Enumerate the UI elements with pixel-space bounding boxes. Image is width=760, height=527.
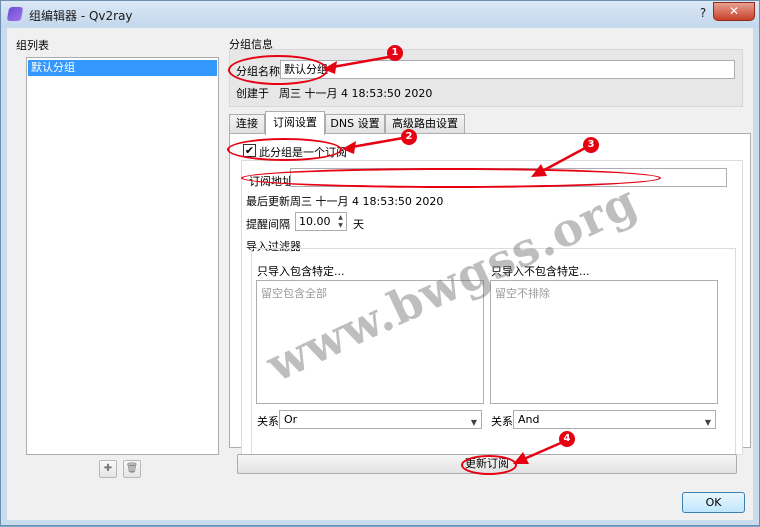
window-title: 组编辑器 - Qv2ray: [29, 9, 133, 23]
chevron-down-icon: ▼: [704, 418, 711, 427]
group-editor-window: 组编辑器 - Qv2ray ? ✕ 组列表 默认分组 ✚ 🗑 分组信息 分组名称…: [0, 0, 760, 526]
include-filter-label: 只导入包含特定...: [257, 265, 345, 278]
include-relation-label: 关系: [257, 415, 279, 428]
callout-badge-4: 4: [559, 431, 575, 447]
update-interval-value: 10.00: [299, 215, 331, 228]
help-button[interactable]: ?: [695, 5, 711, 21]
ok-button[interactable]: OK: [682, 492, 745, 513]
exclude-relation-select[interactable]: And ▼: [513, 410, 716, 429]
spin-down-icon[interactable]: ▼: [335, 222, 346, 230]
last-update-value: 周三 十一月 4 18:53:50 2020: [290, 195, 444, 208]
is-subscription-checkbox[interactable]: ✔: [243, 144, 256, 157]
group-name-input[interactable]: 默认分组: [280, 60, 735, 79]
include-filter-textarea[interactable]: 留空包含全部: [256, 280, 484, 404]
last-update-label: 最后更新: [246, 195, 290, 208]
tab-connections[interactable]: 连接: [229, 114, 265, 133]
exclude-relation-value: And: [518, 413, 540, 426]
qv2ray-app-icon: [6, 7, 24, 21]
chevron-down-icon: ▼: [470, 418, 477, 427]
group-list-label: 组列表: [16, 39, 49, 52]
tab-dns[interactable]: DNS 设置: [325, 114, 385, 133]
group-list[interactable]: 默认分组: [26, 57, 219, 455]
exclude-relation-label: 关系: [491, 415, 513, 428]
close-button[interactable]: ✕: [713, 2, 755, 21]
include-relation-value: Or: [284, 413, 298, 426]
checkmark-icon: ✔: [244, 144, 255, 157]
group-name-label: 分组名称: [236, 65, 280, 78]
callout-badge-1: 1: [387, 45, 403, 61]
update-interval-unit: 天: [353, 218, 364, 231]
group-list-item[interactable]: 默认分组: [28, 60, 217, 76]
callout-badge-2: 2: [401, 129, 417, 145]
update-subscription-button[interactable]: 更新订阅: [237, 454, 737, 474]
update-interval-label: 提醒间隔: [246, 218, 290, 231]
exclude-filter-label: 只导入不包含特定...: [491, 265, 590, 278]
tab-subscription[interactable]: 订阅设置: [265, 111, 325, 135]
add-group-icon: ✚: [103, 463, 113, 474]
created-at-value: 周三 十一月 4 18:53:50 2020: [279, 87, 433, 100]
title-bar[interactable]: 组编辑器 - Qv2ray ? ✕: [1, 1, 759, 27]
delete-group-button[interactable]: 🗑: [123, 460, 141, 478]
callout-badge-3: 3: [583, 137, 599, 153]
is-subscription-label: 此分组是一个订阅: [259, 146, 347, 159]
include-relation-select[interactable]: Or ▼: [279, 410, 482, 429]
trash-icon: 🗑: [125, 463, 139, 474]
exclude-filter-textarea[interactable]: 留空不排除: [490, 280, 718, 404]
subscription-url-input[interactable]: [290, 168, 727, 187]
tab-advanced-routing[interactable]: 高级路由设置: [385, 114, 465, 133]
add-group-button[interactable]: ✚: [99, 460, 117, 478]
update-interval-spinbox[interactable]: 10.00 ▲ ▼: [295, 212, 347, 231]
created-at-label: 创建于: [236, 87, 269, 100]
dialog-client-area: 组列表 默认分组 ✚ 🗑 分组信息 分组名称 默认分组 创建于 周三 十一月 4…: [7, 28, 753, 520]
subscription-url-label: 订阅地址: [249, 175, 293, 188]
spin-up-icon[interactable]: ▲: [335, 214, 346, 222]
